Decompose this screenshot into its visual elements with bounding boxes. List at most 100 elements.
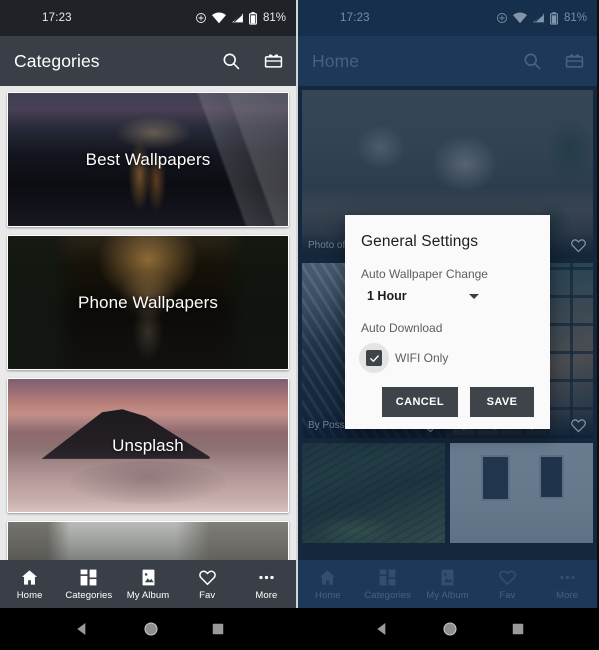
- status-bar-left: 17:23 81%: [0, 0, 296, 36]
- wifi-icon: [512, 12, 527, 24]
- left-phone-panel: 17:23 81% Categories Best Wallpapers Pho…: [0, 0, 298, 608]
- status-icons: 81%: [195, 11, 286, 25]
- back-triangle-icon[interactable]: [74, 621, 90, 637]
- app-bar-actions-left: [221, 51, 284, 71]
- nav-label: Fav: [499, 589, 516, 601]
- android-system-nav: [0, 608, 599, 650]
- signal-icon: [532, 12, 545, 24]
- auto-wallpaper-change-label: Auto Wallpaper Change: [361, 267, 488, 281]
- wallpaper-thumbnail: [302, 443, 445, 543]
- recents-square-icon[interactable]: [511, 622, 525, 636]
- app-bar-actions-right: [522, 51, 585, 71]
- grid-icon: [378, 568, 397, 587]
- battery-percent: 81%: [563, 12, 587, 24]
- location-icon: [496, 12, 508, 24]
- general-settings-dialog: General Settings Auto Wallpaper Change 1…: [345, 215, 550, 429]
- category-card[interactable]: Phone Wallpapers: [7, 235, 289, 370]
- select-value: 1 Hour: [367, 289, 407, 303]
- nav-item-fav[interactable]: Fav: [477, 568, 537, 601]
- nav-item-more[interactable]: More: [237, 568, 296, 601]
- nav-label: More: [255, 589, 278, 601]
- dialog-actions: CANCEL SAVE: [361, 387, 534, 417]
- auto-wallpaper-change-select[interactable]: 1 Hour: [367, 289, 479, 303]
- home-icon: [20, 568, 39, 587]
- album-icon: [139, 568, 158, 587]
- more-dots-icon: [558, 568, 577, 587]
- category-label: Best Wallpapers: [85, 149, 211, 169]
- nav-label: More: [556, 589, 579, 601]
- category-card[interactable]: Best Wallpapers: [7, 92, 289, 227]
- chevron-down-icon: [469, 293, 479, 299]
- nav-item-home[interactable]: Home: [0, 568, 59, 601]
- status-time: 17:23: [42, 12, 72, 24]
- page-title: Categories: [14, 50, 100, 71]
- nav-label: My Album: [126, 589, 170, 601]
- save-button[interactable]: SAVE: [470, 387, 534, 417]
- wifi-only-label: WIFI Only: [395, 351, 449, 365]
- location-icon: [195, 12, 207, 24]
- category-thumbnail: [8, 522, 288, 560]
- home-circle-icon[interactable]: [143, 621, 159, 637]
- bottom-nav-right: Home Categories My Album Fav More: [298, 560, 597, 608]
- wallpaper-card[interactable]: [450, 443, 593, 543]
- nav-label: Categories: [65, 589, 113, 601]
- nav-item-fav[interactable]: Fav: [178, 568, 237, 601]
- heart-icon: [498, 568, 517, 587]
- home-icon: [318, 568, 337, 587]
- right-phone-panel: 17:23 81% Home Photo of By Home Categori…: [298, 0, 597, 608]
- nav-item-my-album[interactable]: My Album: [418, 568, 478, 601]
- status-time: 17:23: [340, 12, 370, 24]
- search-icon[interactable]: [522, 51, 542, 71]
- gift-card-icon[interactable]: [564, 51, 585, 71]
- nav-item-home[interactable]: Home: [298, 568, 358, 601]
- system-nav-right: [300, 608, 599, 650]
- nav-label: Home: [315, 589, 341, 601]
- auto-download-label: Auto Download: [361, 321, 443, 335]
- album-icon: [438, 568, 457, 587]
- status-bar-right: 17:23 81%: [298, 0, 597, 36]
- checkbox-ripple: [359, 343, 389, 373]
- recents-square-icon[interactable]: [211, 622, 225, 636]
- nav-item-my-album[interactable]: My Album: [118, 568, 177, 601]
- grid-icon: [79, 568, 98, 587]
- nav-label: Categories: [364, 589, 412, 601]
- wifi-only-checkbox[interactable]: [366, 350, 382, 366]
- dialog-title: General Settings: [361, 233, 479, 250]
- nav-item-more[interactable]: More: [537, 568, 597, 601]
- gift-card-icon[interactable]: [263, 51, 284, 71]
- category-list[interactable]: Best Wallpapers Phone Wallpapers Unsplas…: [0, 86, 296, 560]
- status-icons: 81%: [496, 11, 587, 25]
- search-icon[interactable]: [221, 51, 241, 71]
- app-bar-left: Categories: [0, 36, 296, 86]
- nav-item-categories[interactable]: Categories: [59, 568, 118, 601]
- home-circle-icon[interactable]: [442, 621, 458, 637]
- battery-icon: [249, 11, 257, 25]
- category-label: Unsplash: [112, 435, 184, 455]
- cancel-button[interactable]: CANCEL: [381, 387, 458, 417]
- heart-icon: [198, 568, 217, 587]
- category-card[interactable]: Unsplash: [7, 378, 289, 513]
- wallpaper-thumbnail: [450, 443, 593, 543]
- check-icon: [369, 353, 380, 364]
- wifi-only-checkbox-row[interactable]: WIFI Only: [359, 343, 534, 373]
- nav-label: Home: [16, 589, 43, 601]
- wifi-icon: [211, 12, 226, 24]
- signal-icon: [231, 12, 244, 24]
- back-triangle-icon[interactable]: [374, 621, 390, 637]
- battery-percent: 81%: [262, 12, 286, 24]
- wallpaper-row: [302, 443, 593, 543]
- more-dots-icon: [257, 568, 276, 587]
- wallpaper-card[interactable]: [302, 443, 445, 543]
- heart-icon[interactable]: [570, 237, 587, 254]
- heart-icon[interactable]: [570, 417, 587, 434]
- system-nav-left: [0, 608, 300, 650]
- dual-panel-container: 17:23 81% Categories Best Wallpapers Pho…: [0, 0, 599, 608]
- page-title: Home: [312, 50, 360, 71]
- nav-label: Fav: [199, 589, 216, 601]
- category-card[interactable]: [7, 521, 289, 560]
- app-bar-right: Home: [298, 36, 597, 86]
- nav-item-categories[interactable]: Categories: [358, 568, 418, 601]
- device-screenshot: 17:23 81% Categories Best Wallpapers Pho…: [0, 0, 599, 650]
- battery-icon: [550, 11, 558, 25]
- nav-label: My Album: [426, 589, 469, 601]
